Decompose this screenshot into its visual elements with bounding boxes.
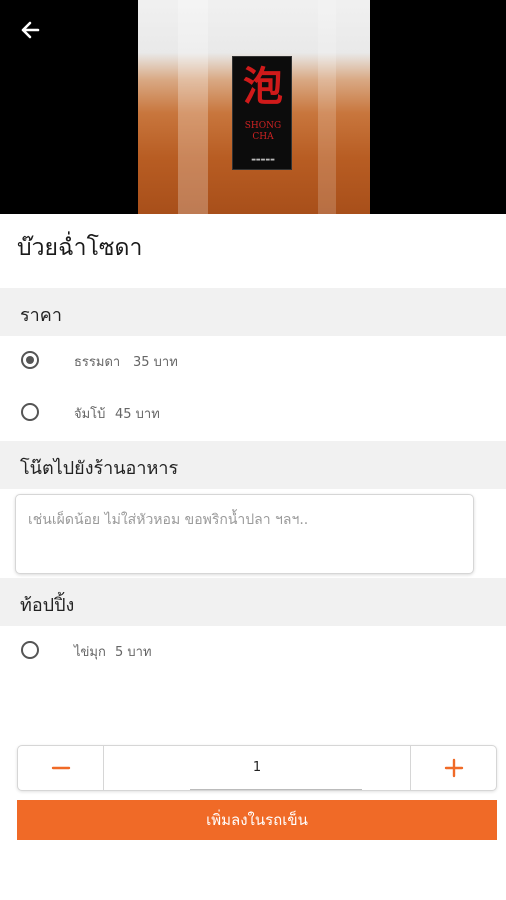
option-price: 5 บาท [115, 645, 152, 660]
price-section-header: ราคา [0, 288, 506, 336]
option-name: ไข่มุก [74, 645, 106, 660]
note-input[interactable] [15, 494, 474, 574]
minus-icon [51, 766, 71, 770]
topping-option-pearl[interactable]: ไข่มุก 5 บาท [0, 627, 506, 673]
quantity-stepper: 1 [17, 745, 497, 791]
radio-button[interactable] [21, 641, 39, 659]
price-option-regular[interactable]: ธรรมดา 35 บาท [0, 337, 506, 383]
quantity-value[interactable]: 1 [104, 746, 410, 790]
brand-label-char: 泡 [243, 63, 283, 110]
option-price: 35 บาท [133, 355, 178, 370]
topping-section-heading: ท้อปปิ้ง [20, 595, 75, 616]
radio-button-checked[interactable] [21, 351, 39, 369]
note-section-header: โน๊ตไปยังร้านอาหาร [0, 441, 506, 489]
arrow-left-icon [21, 21, 40, 39]
product-image: 泡 SHONG CHA ▬▬▬▬▬ [0, 0, 506, 214]
brand-label: 泡 SHONG CHA ▬▬▬▬▬ [232, 56, 292, 170]
option-name: ธรรมดา [74, 355, 121, 370]
note-section-heading: โน๊ตไปยังร้านอาหาร [20, 458, 179, 479]
increase-quantity-button[interactable] [410, 746, 496, 790]
option-name: จัมโบ้ [74, 407, 106, 422]
product-title: บ๊วยฉ่ำโซดา [17, 235, 143, 261]
radio-button[interactable] [21, 403, 39, 421]
brand-label-text: SHONG CHA [244, 121, 282, 142]
price-option-jumbo[interactable]: จัมโบ้ 45 บาท [0, 389, 506, 435]
plus-icon [444, 758, 464, 778]
option-price: 45 บาท [115, 407, 160, 422]
price-section-heading: ราคา [20, 305, 62, 326]
back-button[interactable] [14, 14, 46, 46]
topping-section-header: ท้อปปิ้ง [0, 578, 506, 626]
add-to-cart-button[interactable]: เพิ่มลงในรถเข็น [17, 800, 497, 840]
decrease-quantity-button[interactable] [18, 746, 104, 790]
